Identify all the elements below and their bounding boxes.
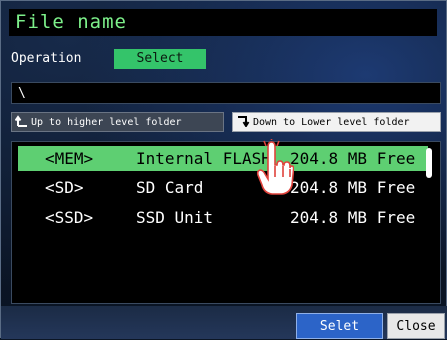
drive-name: Internal FLASH (136, 149, 271, 168)
dialog-title: File name (9, 9, 437, 36)
drive-tag: <SD> (45, 178, 84, 197)
drive-tag: <MEM> (45, 149, 94, 168)
hand-pointer-icon (256, 139, 294, 195)
drive-tag: <SSD> (45, 208, 94, 227)
drive-name: SD Card (136, 178, 204, 197)
up-to-higher-level-button[interactable]: Up to higher level folder (11, 112, 224, 132)
current-path-field: \ (11, 82, 441, 104)
operation-select-button[interactable]: Select (114, 49, 206, 69)
up-button-label: Up to higher level folder (31, 117, 182, 128)
folder-up-arrow-icon (15, 115, 27, 127)
list-item[interactable]: <SD> SD Card 204.8 MB Free (18, 175, 428, 200)
storage-list: <MEM> Internal FLASH 204.8 MB Free <SD> … (11, 141, 441, 304)
down-to-lower-level-button[interactable]: Down to Lower level folder (232, 112, 441, 132)
select-button[interactable]: Selet (296, 313, 383, 339)
close-button[interactable]: Close (387, 313, 445, 339)
drive-free-space: 204.8 MB Free (290, 208, 416, 227)
list-item[interactable]: <MEM> Internal FLASH 204.8 MB Free (18, 146, 428, 171)
drive-free-space: 204.8 MB Free (290, 149, 416, 168)
down-button-label: Down to Lower level folder (253, 117, 410, 128)
drive-name: SSD Unit (136, 208, 214, 227)
drive-free-space: 204.8 MB Free (290, 178, 416, 197)
operation-label: Operation (11, 51, 82, 66)
list-scrollbar[interactable] (426, 148, 432, 178)
file-name-dialog: File name Operation Select \ Up to highe… (0, 0, 447, 339)
folder-down-arrow-icon (238, 116, 250, 127)
list-item[interactable]: <SSD> SSD Unit 204.8 MB Free (18, 205, 428, 230)
